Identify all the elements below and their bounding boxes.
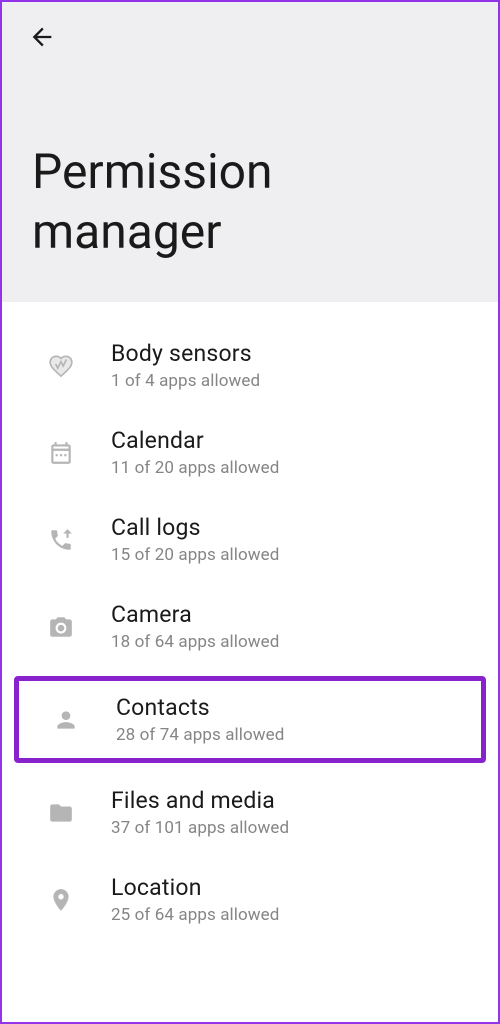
item-title: Camera <box>111 601 280 628</box>
page-title: Permission manager <box>27 142 473 262</box>
camera-icon <box>47 613 75 641</box>
item-text: Body sensors 1 of 4 apps allowed <box>111 340 260 391</box>
call-logs-icon <box>47 526 75 554</box>
item-subtitle: 37 of 101 apps allowed <box>111 818 289 838</box>
contacts-icon <box>52 706 80 734</box>
item-title: Body sensors <box>111 340 260 367</box>
item-title: Call logs <box>111 514 280 541</box>
item-subtitle: 11 of 20 apps allowed <box>111 458 280 478</box>
list-item-location[interactable]: Location 25 of 64 apps allowed <box>2 856 498 943</box>
list-item-body-sensors[interactable]: Body sensors 1 of 4 apps allowed <box>2 322 498 409</box>
item-text: Calendar 11 of 20 apps allowed <box>111 427 280 478</box>
permission-list: Body sensors 1 of 4 apps allowed Calenda… <box>2 302 498 943</box>
list-item-camera[interactable]: Camera 18 of 64 apps allowed <box>2 583 498 670</box>
list-item-call-logs[interactable]: Call logs 15 of 20 apps allowed <box>2 496 498 583</box>
item-subtitle: 18 of 64 apps allowed <box>111 632 280 652</box>
item-subtitle: 25 of 64 apps allowed <box>111 905 280 925</box>
list-item-files-media[interactable]: Files and media 37 of 101 apps allowed <box>2 769 498 856</box>
item-subtitle: 15 of 20 apps allowed <box>111 545 280 565</box>
location-icon <box>47 886 75 914</box>
item-text: Call logs 15 of 20 apps allowed <box>111 514 280 565</box>
back-arrow-icon <box>28 23 56 51</box>
item-subtitle: 1 of 4 apps allowed <box>111 371 260 391</box>
calendar-icon <box>47 439 75 467</box>
body-sensors-icon <box>47 352 75 380</box>
files-media-icon <box>47 799 75 827</box>
item-text: Camera 18 of 64 apps allowed <box>111 601 280 652</box>
item-title: Location <box>111 874 280 901</box>
item-title: Calendar <box>111 427 280 454</box>
header: Permission manager <box>2 2 498 302</box>
back-button[interactable] <box>27 22 57 52</box>
list-item-contacts[interactable]: Contacts 28 of 74 apps allowed <box>14 676 486 763</box>
list-item-calendar[interactable]: Calendar 11 of 20 apps allowed <box>2 409 498 496</box>
item-text: Location 25 of 64 apps allowed <box>111 874 280 925</box>
item-title: Files and media <box>111 787 289 814</box>
item-subtitle: 28 of 74 apps allowed <box>116 725 285 745</box>
item-text: Files and media 37 of 101 apps allowed <box>111 787 289 838</box>
item-title: Contacts <box>116 694 285 721</box>
item-text: Contacts 28 of 74 apps allowed <box>116 694 285 745</box>
